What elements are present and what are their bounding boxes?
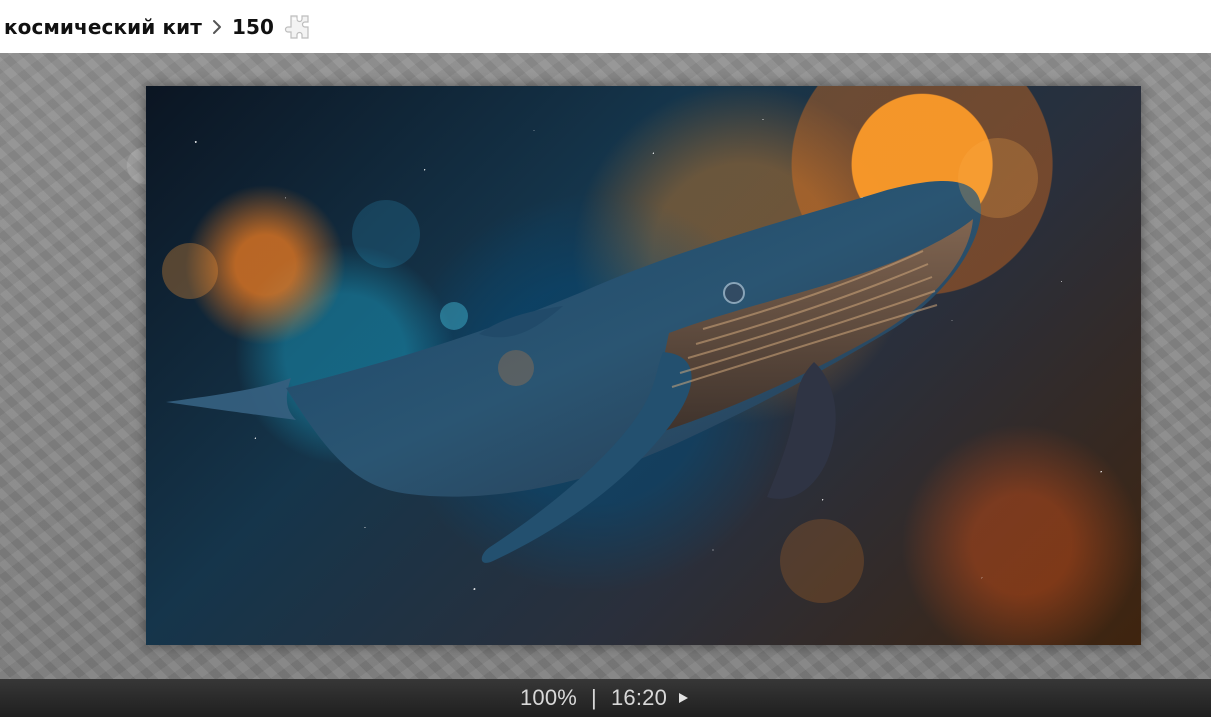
status-divider: | [591, 685, 597, 710]
breadcrumb-title[interactable]: космический кит [4, 15, 202, 39]
slideshow-time: 16:20 [610, 685, 668, 710]
chevron-right-icon [210, 18, 224, 36]
play-icon[interactable] [675, 690, 691, 706]
whale-image [146, 86, 1141, 645]
status-bar: 100% | 16:20 [0, 679, 1211, 717]
top-bar: космический кит 150 [0, 0, 1211, 53]
zoom-level: 100% [519, 685, 578, 710]
image-viewer[interactable] [0, 53, 1211, 679]
whale-eye [723, 282, 745, 304]
puzzle-piece-icon[interactable] [282, 12, 312, 42]
whale-tail [166, 378, 296, 420]
breadcrumb-count[interactable]: 150 [232, 15, 274, 39]
